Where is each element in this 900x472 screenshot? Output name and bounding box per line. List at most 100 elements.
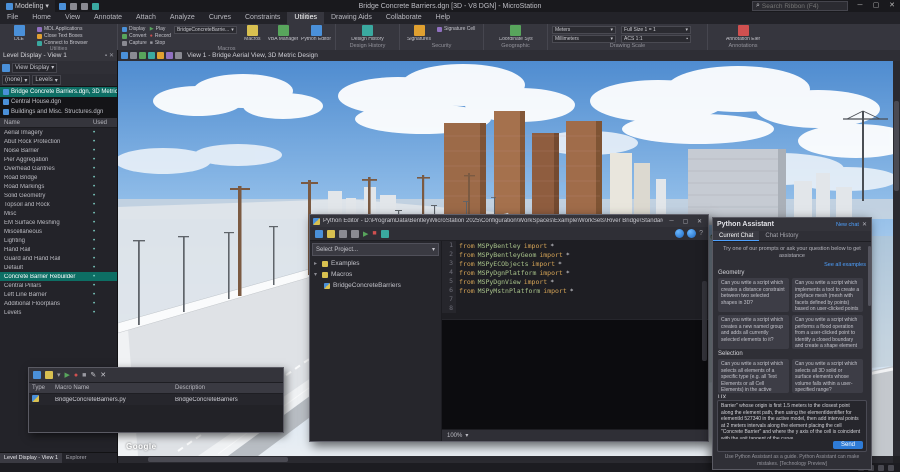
assistant-example-card[interactable]: Can you write a script which selects all… xyxy=(792,359,863,393)
assistant-example-card[interactable]: Can you write a script which creates a d… xyxy=(718,278,789,312)
level-row[interactable]: Guard and Hand Rail • xyxy=(0,254,117,263)
maximize-button[interactable]: ▢ xyxy=(680,218,691,225)
ribbon-tab[interactable]: Drawing Aids xyxy=(324,12,379,24)
close-button[interactable]: ✕ xyxy=(884,0,900,12)
mdl-applications-button[interactable]: MDL Applications xyxy=(37,26,88,32)
coordinate-system-button[interactable]: Coordinate System xyxy=(492,25,540,42)
ribbon-tab[interactable]: View xyxy=(58,12,87,24)
open-macro-icon[interactable] xyxy=(45,371,53,379)
level-row[interactable]: Overhead Gantries • xyxy=(0,164,117,173)
macro-play-button[interactable]: ▶Play xyxy=(150,26,171,32)
ribbon-tab[interactable]: Utilities xyxy=(287,12,324,24)
level-row[interactable]: Central Pillars • xyxy=(0,281,117,290)
ribbon-search[interactable]: ⌕ xyxy=(752,1,848,11)
code-editor[interactable]: 1 from MSPyBentley import * 2 from MSPyB… xyxy=(442,241,708,319)
ribbon-tab[interactable]: File xyxy=(0,12,25,24)
column-macro-name[interactable]: Macro Name xyxy=(55,385,175,391)
play-icon[interactable]: ▶ xyxy=(65,372,70,379)
pin-icon[interactable]: ▪ xyxy=(105,53,107,59)
active-level-icon[interactable] xyxy=(878,465,884,471)
delete-icon[interactable]: ✕ xyxy=(100,372,106,379)
send-button[interactable]: Send xyxy=(833,441,863,449)
print-icon[interactable] xyxy=(92,3,99,10)
new-macro-icon[interactable] xyxy=(33,371,41,379)
annotation-elements-button[interactable]: Annotation Elements xyxy=(715,25,771,42)
panel-tab[interactable]: Explorer xyxy=(62,453,90,463)
close-icon[interactable]: ✕ xyxy=(109,52,114,59)
macros-manage-button[interactable]: Macros xyxy=(240,25,265,42)
ribbon-tab[interactable]: Home xyxy=(25,12,58,24)
level-row[interactable]: Pier Aggregation • xyxy=(0,155,117,164)
redo-icon[interactable] xyxy=(81,3,88,10)
view-attributes-icon[interactable] xyxy=(121,52,128,59)
ribbon-tab[interactable]: Attach xyxy=(129,12,163,24)
maximize-button[interactable]: ▢ xyxy=(868,0,884,12)
tree-item-macros[interactable]: ▾ Macros xyxy=(310,269,441,280)
save-icon[interactable] xyxy=(339,230,347,238)
level-row[interactable]: Abut Rock Protection • xyxy=(0,137,117,146)
assistant-example-card[interactable]: Can you write a script which implements … xyxy=(792,278,863,312)
column-type[interactable]: Type xyxy=(29,385,55,391)
macro-record-button[interactable]: ●Record xyxy=(150,33,171,39)
assistant-tab[interactable]: Chat History xyxy=(759,231,804,241)
level-row[interactable]: Misc • xyxy=(0,209,117,218)
assistant-example-card[interactable]: Can you write a script which creates a n… xyxy=(718,315,789,349)
assistant-scrollbar[interactable] xyxy=(868,246,871,306)
level-row[interactable]: Miscellaneous • xyxy=(0,227,117,236)
level-row[interactable]: Topsoil and Rock • xyxy=(0,200,117,209)
signatures-button[interactable]: Signatures xyxy=(404,25,434,42)
assistant-tab[interactable]: Current Chat xyxy=(713,231,759,241)
settings-icon[interactable] xyxy=(381,230,389,238)
image-convert-button[interactable]: Convert xyxy=(122,33,147,39)
select-project-dropdown[interactable]: Select Project... ▾ xyxy=(312,243,439,256)
level-row[interactable]: Additional Floorplans • xyxy=(0,299,117,308)
new-chat-link[interactable]: New chat xyxy=(836,222,859,228)
panel-tab[interactable]: Level Display - View 1 xyxy=(0,453,62,463)
zoom-in-icon[interactable] xyxy=(139,52,146,59)
level-row[interactable]: Left Line Barrier • xyxy=(0,290,117,299)
scale-dropdown[interactable]: Full Size 1 = 1▾ xyxy=(621,26,691,34)
close-text-boxes-button[interactable]: Close Text Boxes xyxy=(37,33,88,39)
level-row[interactable]: Default • xyxy=(0,263,117,272)
ribbon-tab[interactable]: Help xyxy=(429,12,457,24)
dle-button[interactable]: DLE xyxy=(4,25,34,42)
current-macro-dropdown[interactable]: BridgeConcreteBarrie... ▾ xyxy=(174,26,237,34)
level-row[interactable]: Levels • xyxy=(0,308,117,317)
stop-icon[interactable]: ■ xyxy=(82,372,86,379)
macro-row[interactable]: BridgeConcreteBarriers.py BridgeConcrete… xyxy=(29,394,283,405)
minimize-button[interactable]: ─ xyxy=(852,0,868,12)
output-console[interactable] xyxy=(442,319,708,429)
image-display-button[interactable]: Display xyxy=(122,26,147,32)
file-tree-row[interactable]: Buildings and Misc. Structures.dgn xyxy=(0,107,117,117)
chevron-down-icon[interactable]: ▾ xyxy=(465,432,468,439)
units-dropdown[interactable]: Meters▾ xyxy=(552,26,616,34)
copilot-icon[interactable] xyxy=(687,229,696,238)
zoom-level[interactable]: 100% xyxy=(447,433,462,439)
minimize-button[interactable]: ─ xyxy=(666,218,677,224)
tree-item-examples[interactable]: ▸ Examples xyxy=(310,258,441,269)
level-row[interactable]: Noise Barrier • xyxy=(0,146,117,155)
edit-icon[interactable]: ✎ xyxy=(90,372,96,379)
ribbon-tab[interactable]: Curves xyxy=(202,12,238,24)
help-icon[interactable]: ? xyxy=(699,230,703,237)
level-row[interactable]: Aerial Imagery • xyxy=(0,128,117,137)
scrollbar-thumb[interactable] xyxy=(148,457,288,462)
level-row[interactable]: Road Bridge • xyxy=(0,173,117,182)
selection-set-icon[interactable] xyxy=(888,465,894,471)
assistant-example-card[interactable]: Can you write a script which performs a … xyxy=(792,315,863,349)
close-button[interactable]: ✕ xyxy=(694,218,705,225)
view-display-dropdown[interactable]: View Display ▾ xyxy=(12,63,57,73)
workspace-selector[interactable]: Modeling ▾ xyxy=(0,0,55,12)
run-icon[interactable]: ▶ xyxy=(363,230,368,238)
filter-levels-dropdown[interactable]: Levels ▾ xyxy=(32,75,60,85)
open-file-icon[interactable] xyxy=(327,230,335,238)
ribbon-tab[interactable]: Constraints xyxy=(238,12,287,24)
stop-icon[interactable]: ■ xyxy=(372,230,376,237)
level-row[interactable]: Hand Rail • xyxy=(0,245,117,254)
column-used[interactable]: Used xyxy=(93,120,117,126)
level-row[interactable]: Concrete Barrier Rebuilder • xyxy=(0,272,117,281)
column-description[interactable]: Description xyxy=(175,385,283,391)
assistant-input-text[interactable]: Barrier" whose origin is first 1.5 meter… xyxy=(721,403,863,439)
view-toggle-icon[interactable] xyxy=(2,64,10,72)
editor-scrollbar[interactable] xyxy=(702,281,707,361)
